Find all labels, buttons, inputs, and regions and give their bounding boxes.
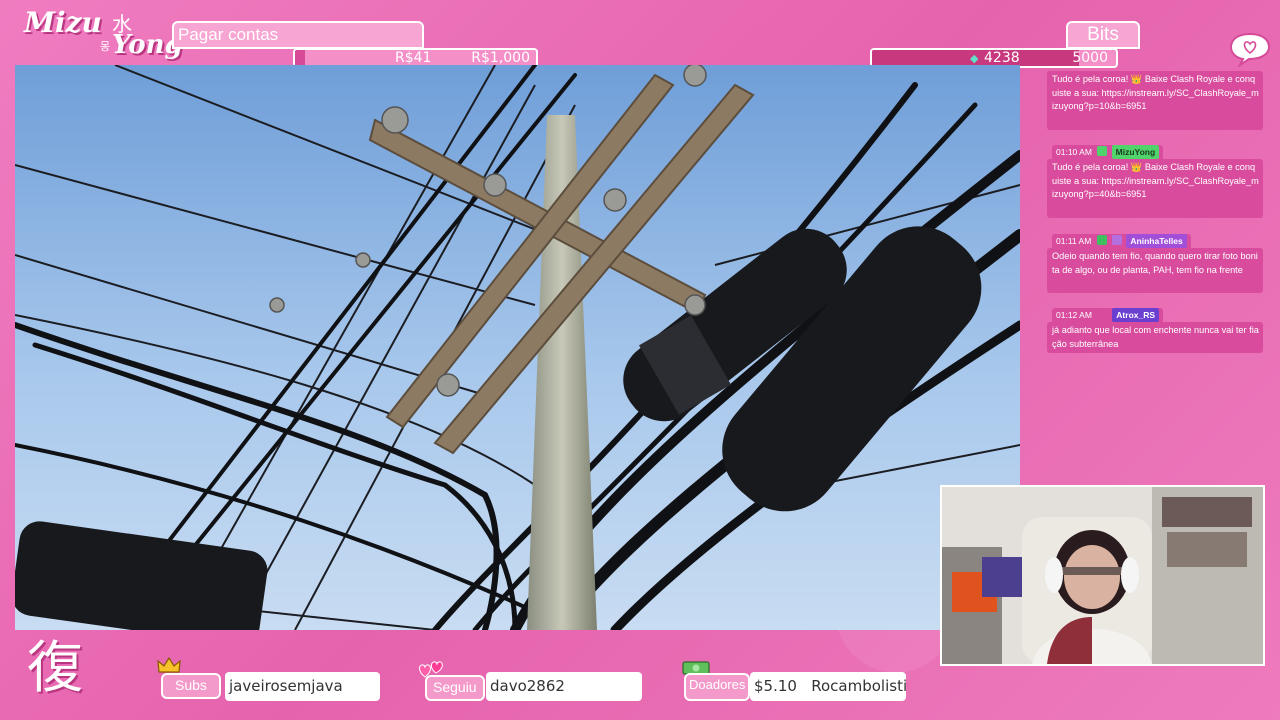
chat-message-text: Odeio quando tem fio, quando quero tirar…: [1052, 251, 1258, 275]
chat-time: 01:10 AM: [1056, 147, 1092, 157]
bits-gem-icon: ◆: [970, 52, 979, 65]
webcam-scene: [942, 487, 1263, 664]
bits-current: 4238: [984, 50, 1020, 66]
goal-target-amount: R$1,000: [471, 50, 530, 66]
goal-current-amount: R$41: [395, 50, 432, 66]
chat-message: já adianto que local com enchente nunca …: [1047, 322, 1263, 353]
revive-kanji-logo: 復: [27, 636, 83, 701]
logo-text-mizu: Mizu: [24, 6, 102, 39]
follow-label: Seguiu: [425, 675, 485, 701]
chat-message-text: Tudo é pela coroa! 👑 Baixe Clash Royale …: [1052, 74, 1259, 111]
stream-video-view: [15, 65, 1020, 630]
chat-message-header: 01:11 AM AninhaTelles: [1052, 234, 1191, 248]
goal-title: Pagar contas: [172, 21, 424, 49]
chat-message: Tudo é pela coroa! 👑 Baixe Clash Royale …: [1047, 71, 1263, 130]
bits-target: 5000: [1072, 50, 1108, 66]
follow-latest-value: davo2862: [486, 672, 642, 701]
chat-time: 01:11 AM: [1056, 236, 1092, 246]
donors-latest-value: $5.10 Rocambolistic: [750, 672, 906, 701]
donors-label: Doadores: [684, 673, 751, 701]
chat-username[interactable]: AninhaTelles: [1126, 234, 1187, 248]
chat-panel: Tudo é pela coroa! 👑 Baixe Clash Royale …: [1042, 65, 1266, 358]
verified-badge-icon: [1097, 146, 1108, 156]
goal-progress-fill: [295, 50, 305, 66]
bits-title: Bits: [1066, 21, 1140, 49]
webcam-feed: [940, 485, 1265, 666]
chat-message-text: já adianto que local com enchente nunca …: [1052, 325, 1259, 349]
logo-hangul: 몽: [100, 40, 111, 53]
crown-icon: [157, 656, 181, 673]
chat-message-header: 01:12 AM Atrox_RS: [1052, 308, 1164, 322]
chat-username[interactable]: Atrox_RS: [1112, 308, 1160, 322]
power-pole-scene: [15, 65, 1020, 630]
chat-message-header: 01:10 AM MizuYong: [1052, 145, 1164, 159]
chat-username[interactable]: MizuYong: [1111, 145, 1160, 159]
subscriber-badge-icon: [1096, 235, 1107, 245]
subs-label: Subs: [161, 673, 221, 699]
chat-heart-icon: [1228, 31, 1272, 68]
subs-latest-value: javeirosemjava: [225, 672, 380, 701]
chat-message: Odeio quando tem fio, quando quero tirar…: [1047, 248, 1263, 293]
chat-time: 01:12 AM: [1056, 310, 1092, 320]
chat-message: Tudo é pela coroa! 👑 Baixe Clash Royale …: [1047, 159, 1263, 218]
channel-logo: Mizu 水 몽 Yong: [22, 4, 183, 64]
chat-message-text: Tudo é pela coroa! 👑 Baixe Clash Royale …: [1052, 162, 1259, 199]
star-badge-icon: [1112, 235, 1123, 245]
